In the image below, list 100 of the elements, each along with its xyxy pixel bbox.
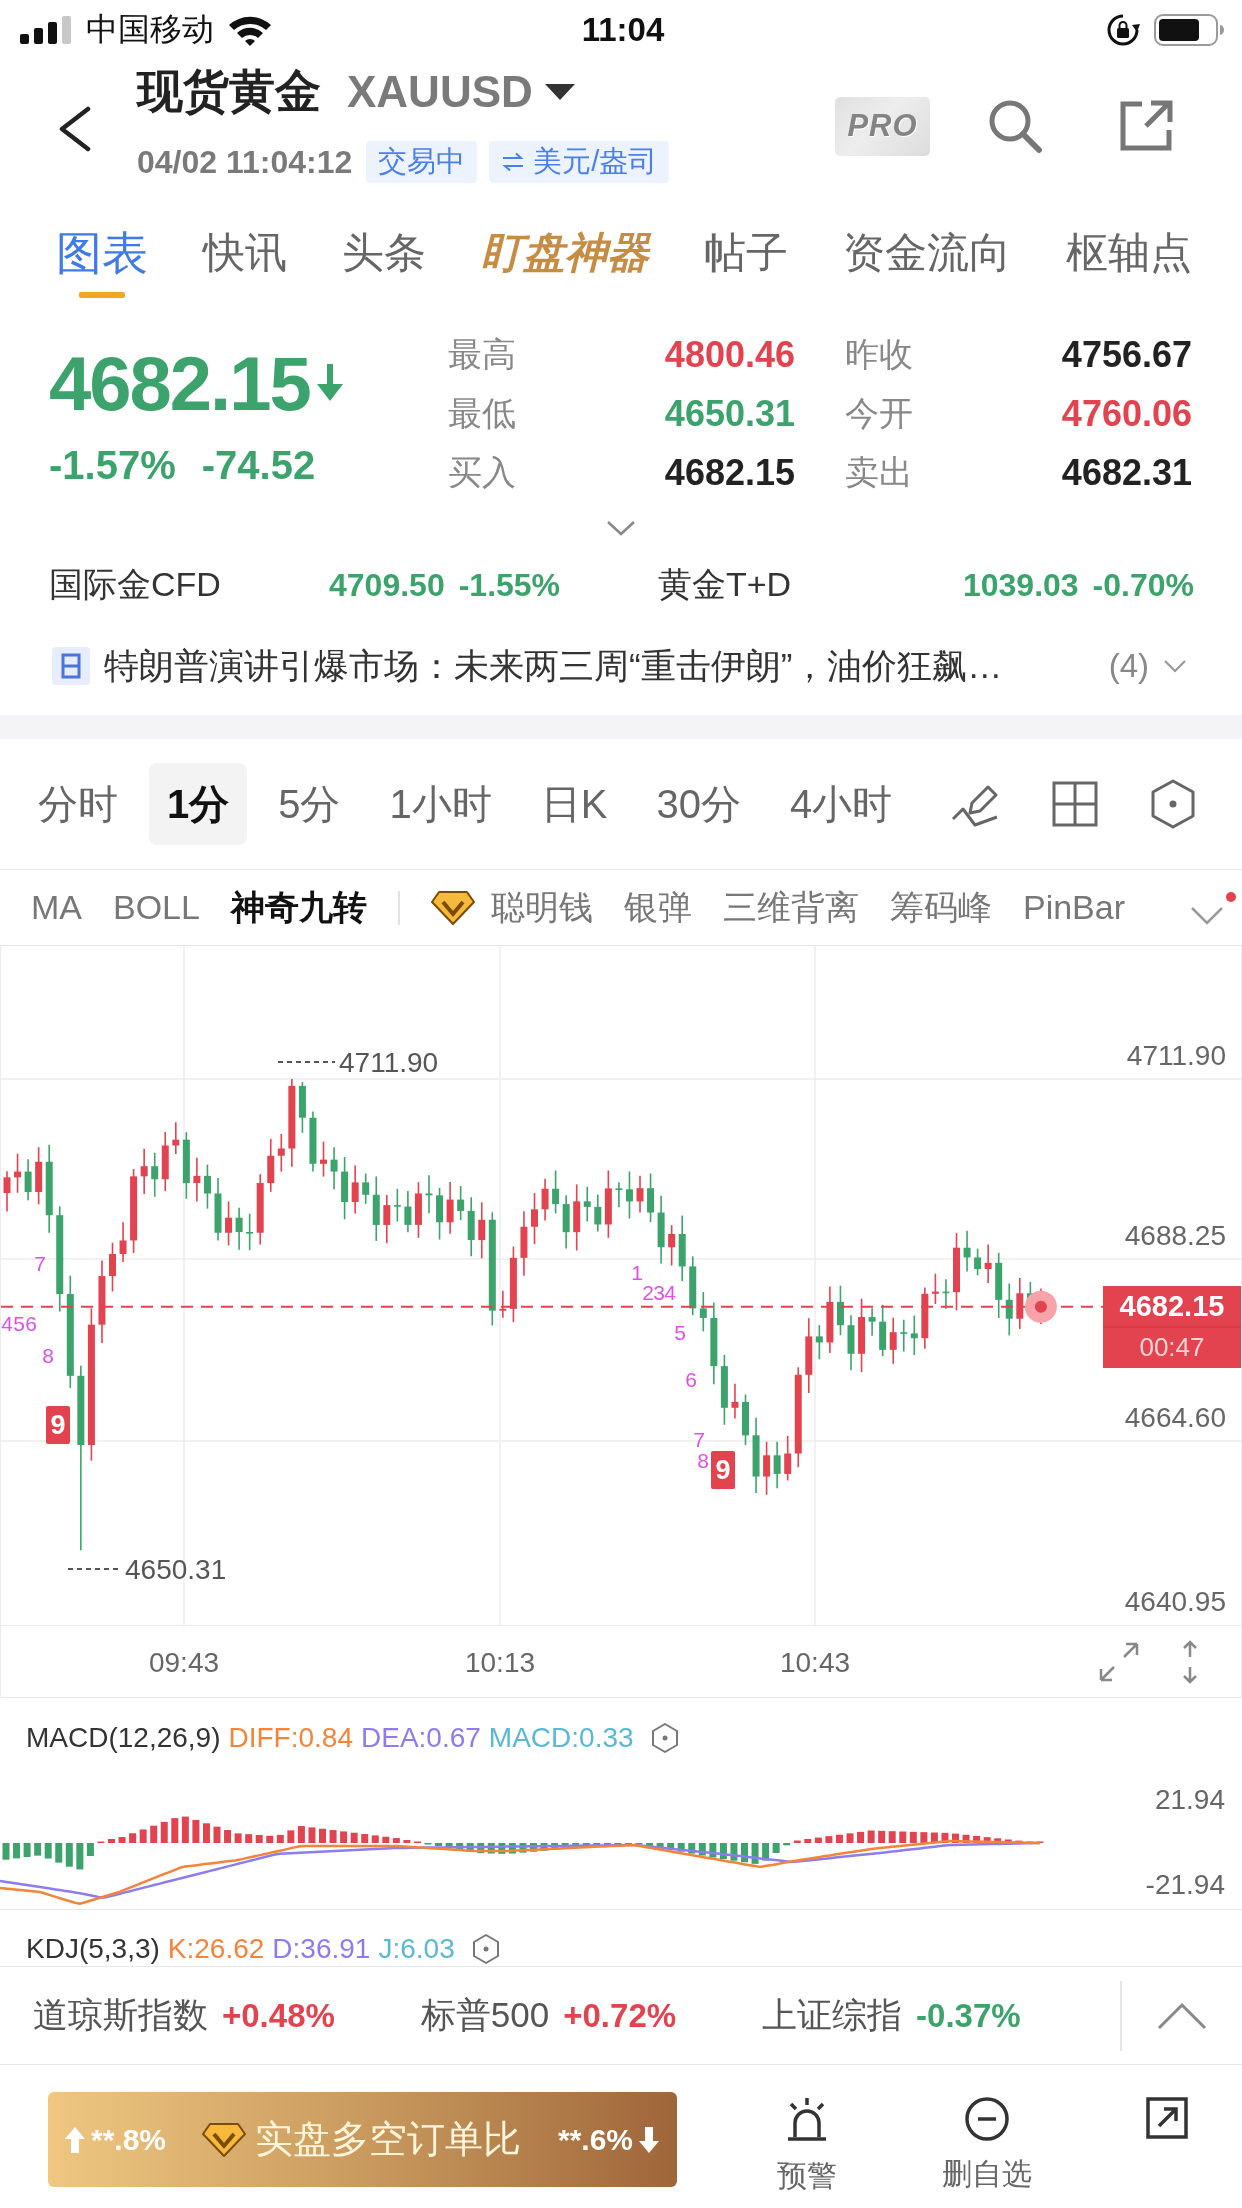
sequence-number: 4 xyxy=(664,1280,676,1304)
vertical-resize-icon[interactable] xyxy=(1181,1639,1199,1684)
indicator-value: DIFF:0.84 xyxy=(228,1722,353,1754)
indicator-axis-label: -21.94 xyxy=(1145,1868,1225,1900)
chevron-down-icon[interactable] xyxy=(606,519,636,536)
unit-label: 美元/盎司 xyxy=(533,144,658,179)
stat-value: 4800.46 xyxy=(664,333,795,376)
index-change: -0.37% xyxy=(916,1996,1021,2035)
price-axis-label: 4640.95 xyxy=(1124,1585,1226,1617)
last-price: 4682.15 xyxy=(49,339,310,427)
tab[interactable]: 头条 xyxy=(342,200,426,305)
index-name: 上证综指 xyxy=(762,1994,903,2036)
market-price: 4709.50 xyxy=(329,566,445,604)
period-tab[interactable]: 30分 xyxy=(638,763,759,845)
action-label: 删自选 xyxy=(942,2156,1032,2192)
index-change: +0.72% xyxy=(563,1996,677,2035)
sequence-number: 7 xyxy=(693,1427,705,1451)
sequence-number: 5 xyxy=(13,1311,25,1335)
period-tab[interactable]: 5分 xyxy=(260,763,359,845)
price-axis-label: 4688.25 xyxy=(1124,1219,1226,1251)
caret-icon[interactable] xyxy=(544,84,575,100)
period-tab[interactable]: 日K xyxy=(522,763,626,845)
indicator-axis-label: 21.94 xyxy=(1154,1783,1225,1815)
sequence-badge: 9 xyxy=(46,1406,70,1444)
sequence-number: 8 xyxy=(697,1448,709,1472)
tab[interactable]: 资金流向 xyxy=(843,200,1011,305)
chevron-down-icon[interactable] xyxy=(1163,659,1187,673)
grid-icon[interactable] xyxy=(1052,781,1098,827)
last-price-label: 4682.15 xyxy=(1119,1290,1225,1322)
news-headline[interactable]: 特朗普演讲引爆市场：未来两三周“重击伊朗”，油价狂飙… xyxy=(104,642,1003,690)
market-change: -0.70% xyxy=(1092,566,1194,604)
indicator-tab[interactable]: MA xyxy=(31,888,82,927)
stat-value: 4682.31 xyxy=(1061,451,1192,494)
short-ratio: **.6% xyxy=(557,2122,633,2157)
rotation-lock-icon xyxy=(1106,13,1140,47)
indicator-title: MACD(12,26,9) xyxy=(26,1722,221,1754)
sequence-number: 5 xyxy=(674,1320,686,1344)
indicator-tab[interactable]: 聪明钱 xyxy=(430,884,593,931)
sequence-number: 8 xyxy=(42,1343,54,1367)
trading-status-badge: 交易中 xyxy=(366,141,478,183)
battery-icon xyxy=(1154,14,1226,46)
pro-button[interactable]: PRO xyxy=(835,96,930,156)
indicator-tab[interactable]: BOLL xyxy=(113,888,200,927)
settings-icon[interactable] xyxy=(649,1722,680,1754)
price-axis-label: 4664.60 xyxy=(1124,1401,1226,1433)
action-button[interactable]: 预警 xyxy=(732,2096,882,2197)
pulse-dot-icon xyxy=(1024,1290,1057,1323)
search-icon[interactable] xyxy=(987,98,1043,154)
instrument-symbol: XAUUSD xyxy=(347,67,533,117)
indicator-value: DEA:0.67 xyxy=(361,1722,481,1754)
action-label: 预警 xyxy=(777,2158,837,2194)
chevron-up-icon[interactable] xyxy=(1157,2001,1207,2030)
indicator-value: MACD:0.33 xyxy=(488,1722,634,1754)
market-name: 黄金T+D xyxy=(658,564,793,605)
tab[interactable]: 图表 xyxy=(56,200,148,305)
share-icon[interactable] xyxy=(1118,99,1176,153)
stat-label: 最高 xyxy=(448,333,517,375)
stat-label: 卖出 xyxy=(845,451,914,493)
settings-icon[interactable] xyxy=(1150,779,1196,829)
wifi-icon xyxy=(228,14,272,46)
order-ratio-button[interactable]: **.8% 实盘多空订单比 **.6% xyxy=(48,2092,677,2187)
market-name: 国际金CFD xyxy=(49,564,222,605)
tab[interactable]: 枢轴点 xyxy=(1066,200,1192,305)
time-axis-label: 10:13 xyxy=(464,1646,536,1678)
signal-icon xyxy=(20,16,72,44)
indicator-tab[interactable]: 筹码峰 xyxy=(889,884,992,931)
period-tab[interactable]: 1分 xyxy=(149,763,248,845)
tab[interactable]: 帖子 xyxy=(704,200,788,305)
leader-line xyxy=(277,1061,336,1063)
indicator-tab[interactable]: PinBar xyxy=(1022,888,1125,927)
price-axis-label: 4711.90 xyxy=(1126,1039,1226,1071)
tab[interactable]: 快讯 xyxy=(203,200,287,305)
index-change: +0.48% xyxy=(222,1996,335,2035)
change-amount: -74.52 xyxy=(201,442,316,488)
indicator-tab[interactable]: 神奇九转 xyxy=(230,884,367,931)
sequence-number: 2 xyxy=(642,1280,654,1304)
sequence-badge: 9 xyxy=(711,1451,735,1489)
instrument-title: 现货黄金 xyxy=(137,64,321,119)
indicator-tab[interactable]: 银弹 xyxy=(623,884,692,931)
time-axis-label: 09:43 xyxy=(148,1646,220,1678)
unit-switch-badge[interactable]: 美元/盎司 xyxy=(489,141,670,183)
period-tab[interactable]: 1小时 xyxy=(371,763,510,845)
chevron-down-icon xyxy=(1190,905,1224,926)
stat-label: 昨收 xyxy=(845,333,914,375)
stat-value: 4756.67 xyxy=(1061,333,1192,376)
stat-label: 买入 xyxy=(448,451,517,493)
action-button[interactable]: 删自选 xyxy=(912,2096,1062,2197)
sequence-number: 4 xyxy=(1,1311,13,1335)
sequence-number: 6 xyxy=(685,1367,697,1391)
indicator-tab[interactable]: 三维背离 xyxy=(722,884,859,931)
period-tab[interactable]: 4小时 xyxy=(771,763,911,845)
stat-value: 4650.31 xyxy=(664,392,795,435)
period-tab[interactable]: 分时 xyxy=(20,763,136,845)
diamond-icon xyxy=(202,2121,247,2158)
stat-value: 4760.06 xyxy=(1061,392,1192,435)
arrow-up-icon xyxy=(65,2126,85,2153)
stat-label: 最低 xyxy=(448,392,517,434)
arrow-down-icon xyxy=(639,2126,659,2153)
settings-icon[interactable] xyxy=(470,1933,501,1965)
high-price-label: 4711.90 xyxy=(339,1046,439,1078)
